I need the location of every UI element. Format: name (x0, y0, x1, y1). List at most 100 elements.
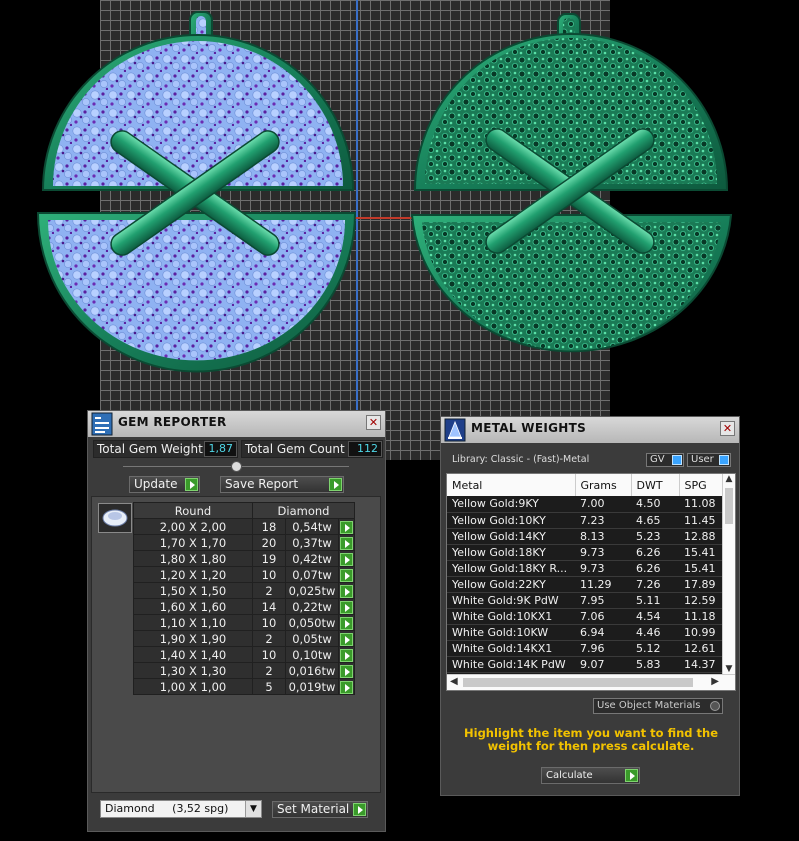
row-action-cell[interactable] (338, 678, 355, 695)
right-pendant (410, 13, 733, 353)
diamond-column-header[interactable]: Diamond (252, 502, 355, 519)
play-arrow-icon[interactable] (340, 600, 353, 614)
play-arrow-icon[interactable] (340, 568, 353, 582)
table-row[interactable]: 1,40 X 1,40 10 0,10tw (133, 646, 355, 663)
table-row[interactable]: Yellow Gold:18KY 9.73 6.26 15.41 (447, 544, 729, 561)
user-toggle[interactable]: User (687, 453, 731, 467)
play-arrow-icon[interactable] (340, 520, 353, 534)
dwt-column-header[interactable]: DWT (631, 474, 680, 496)
row-action-cell[interactable] (338, 646, 355, 663)
gem-count-cell: 2 (252, 630, 286, 647)
material-dropdown[interactable]: Diamond (3,52 spg) ▼ (100, 800, 262, 818)
gem-weight-cell: 0,050tw (285, 614, 339, 631)
metal-name-cell: White Gold:14K PdW (447, 656, 575, 673)
horizontal-scrollbar[interactable]: ◀ ▶ (447, 674, 735, 690)
scroll-right-icon[interactable]: ▶ (711, 676, 719, 687)
gem-count-cell: 2 (252, 662, 286, 679)
gem-size-cell: 1,00 X 1,00 (133, 678, 253, 695)
update-button[interactable]: Update (129, 476, 200, 493)
table-row[interactable]: 2,00 X 2,00 18 0,54tw (133, 518, 355, 535)
row-action-cell[interactable] (338, 534, 355, 551)
chevron-down-icon[interactable]: ▼ (245, 801, 261, 817)
metal-dwt-cell: 4.54 (631, 608, 679, 625)
play-arrow-icon[interactable] (340, 552, 353, 566)
gem-size-cell: 1,80 X 1,80 (133, 550, 253, 567)
save-report-button[interactable]: Save Report (220, 476, 344, 493)
pendant-models (36, 11, 733, 373)
row-action-cell[interactable] (338, 518, 355, 535)
row-action-cell[interactable] (338, 598, 355, 615)
row-action-cell[interactable] (338, 662, 355, 679)
gem-weight-cell: 0,025tw (285, 582, 339, 599)
gem-weight-cell: 0,10tw (285, 646, 339, 663)
table-row[interactable]: 1,30 X 1,30 2 0,016tw (133, 662, 355, 679)
gem-size-cell: 1,70 X 1,70 (133, 534, 253, 551)
scroll-down-icon[interactable]: ▼ (723, 664, 735, 674)
table-row[interactable]: 1,10 X 1,10 10 0,050tw (133, 614, 355, 631)
row-action-cell[interactable] (338, 614, 355, 631)
gem-table: Round Diamond 2,00 X 2,00 18 0,54tw 1,70 X … (133, 502, 355, 695)
scroll-up-icon[interactable]: ▲ (723, 474, 735, 484)
table-row[interactable]: Yellow Gold:10KY 7.23 4.65 11.45 (447, 512, 729, 529)
table-row[interactable]: White Gold:10KX1 7.06 4.54 11.18 (447, 608, 729, 625)
metal-column-header[interactable]: Metal (447, 474, 576, 496)
table-row[interactable]: Yellow Gold:18KY R... 9.73 6.26 15.41 (447, 560, 729, 577)
grams-column-header[interactable]: Grams (575, 474, 632, 496)
scroll-left-icon[interactable]: ◀ (450, 676, 458, 687)
splitter-handle[interactable] (231, 461, 242, 472)
row-action-cell[interactable] (338, 582, 355, 599)
gem-reporter-titlebar[interactable]: GEM REPORTER ✕ (88, 411, 385, 437)
gv-toggle[interactable]: GV (646, 453, 684, 467)
gem-size-cell: 1,40 X 1,40 (133, 646, 253, 663)
hscroll-thumb[interactable] (463, 678, 693, 687)
use-object-materials-toggle[interactable]: Use Object Materials (593, 698, 723, 714)
play-arrow-icon[interactable] (340, 680, 353, 694)
play-arrow-icon[interactable] (340, 632, 353, 646)
scroll-thumb[interactable] (725, 488, 733, 524)
table-row[interactable]: White Gold:14K PdW 9.07 5.83 14.37 (447, 656, 729, 673)
table-row[interactable]: White Gold:14KX1 7.96 5.12 12.61 (447, 640, 729, 657)
table-row[interactable]: Yellow Gold:22KY 11.29 7.26 17.89 (447, 576, 729, 593)
table-row[interactable]: 1,70 X 1,70 20 0,37tw (133, 534, 355, 551)
table-row[interactable]: 1,90 X 1,90 2 0,05tw (133, 630, 355, 647)
calculate-button[interactable]: Calculate (541, 767, 640, 784)
round-column-header[interactable]: Round (133, 502, 253, 519)
table-row[interactable]: 1,20 X 1,20 10 0,07tw (133, 566, 355, 583)
gem-weight-cell: 0,37tw (285, 534, 339, 551)
metal-grams-cell: 7.00 (575, 496, 631, 513)
table-row[interactable]: 1,80 X 1,80 19 0,42tw (133, 550, 355, 567)
round-gem-icon[interactable] (98, 503, 132, 533)
table-row[interactable]: 1,50 X 1,50 2 0,025tw (133, 582, 355, 599)
gem-count-cell: 18 (252, 518, 286, 535)
gem-reporter-panel: GEM REPORTER ✕ Total Gem Weight 1,87 Tot… (87, 410, 386, 832)
material-dropdown-value: Diamond (3,52 spg) (105, 802, 229, 815)
table-row[interactable]: 1,60 X 1,60 14 0,22tw (133, 598, 355, 615)
metal-weights-titlebar[interactable]: METAL WEIGHTS ✕ (441, 417, 739, 443)
table-row[interactable]: Yellow Gold:9KY 7.00 4.50 11.08 (447, 496, 729, 513)
calculate-button-label: Calculate (546, 770, 593, 781)
close-icon[interactable]: ✕ (720, 421, 735, 436)
table-row[interactable]: Yellow Gold:14KY 8.13 5.23 12.88 (447, 528, 729, 545)
metal-grams-cell: 9.07 (575, 656, 631, 673)
close-icon[interactable]: ✕ (366, 415, 381, 430)
table-row[interactable]: White Gold:10KW 6.94 4.46 10.99 (447, 624, 729, 641)
row-action-cell[interactable] (338, 550, 355, 567)
row-action-cell[interactable] (338, 630, 355, 647)
play-arrow-icon[interactable] (340, 584, 353, 598)
scale-icon (444, 418, 466, 442)
vertical-scrollbar[interactable]: ▲ ▼ (722, 474, 735, 674)
metal-grams-cell: 8.13 (575, 528, 631, 545)
table-row[interactable]: 1,00 X 1,00 5 0,019tw (133, 678, 355, 695)
play-arrow-icon[interactable] (340, 616, 353, 630)
play-arrow-icon (625, 769, 638, 782)
play-arrow-icon[interactable] (340, 536, 353, 550)
row-action-cell[interactable] (338, 566, 355, 583)
gv-toggle-label: GV (650, 454, 665, 465)
table-row[interactable]: White Gold:9K PdW 7.95 5.11 12.59 (447, 592, 729, 609)
play-arrow-icon[interactable] (340, 648, 353, 662)
set-material-button[interactable]: Set Material (272, 801, 368, 818)
metal-grams-cell: 11.29 (575, 576, 631, 593)
gem-size-cell: 1,60 X 1,60 (133, 598, 253, 615)
gem-count-cell: 19 (252, 550, 286, 567)
play-arrow-icon[interactable] (340, 664, 353, 678)
